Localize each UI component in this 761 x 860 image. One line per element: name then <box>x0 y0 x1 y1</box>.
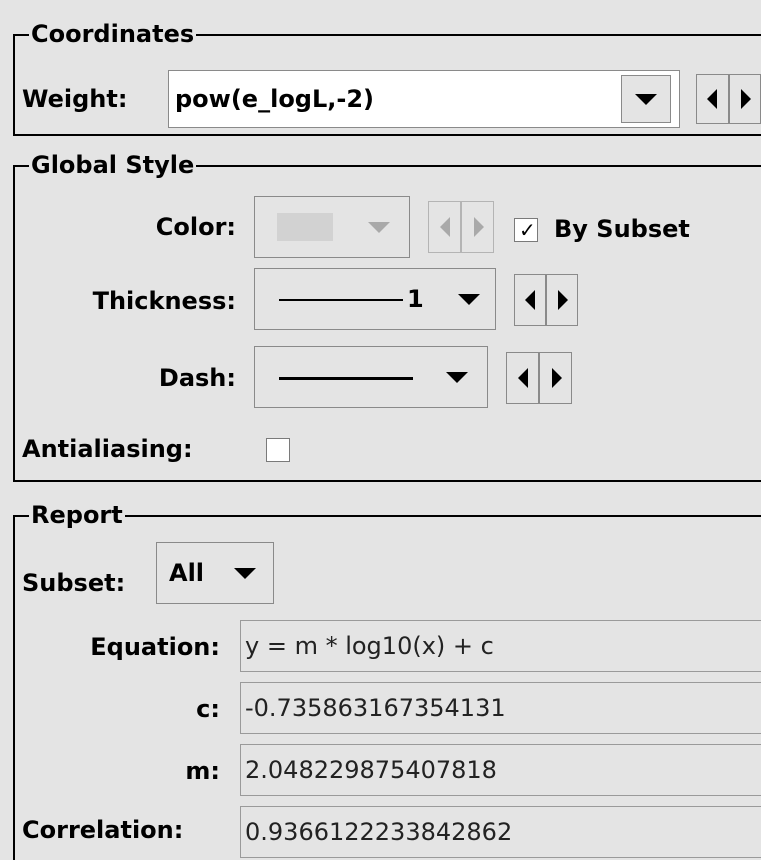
color-next-button <box>461 201 494 253</box>
arrow-right-icon <box>558 290 568 310</box>
line-thickness-sample <box>279 299 403 301</box>
antialiasing-label: Antialiasing: <box>22 434 193 464</box>
thickness-value: 1 <box>407 269 424 329</box>
antialiasing-checkbox[interactable] <box>266 438 290 462</box>
weight-dropdown-button[interactable] <box>621 75 671 123</box>
thickness-dropdown-button[interactable] <box>447 277 491 321</box>
weight-stepper[interactable] <box>696 74 761 124</box>
correlation-field[interactable]: 0.9366122233842862 <box>240 806 761 858</box>
equation-field[interactable]: y = m * log10(x) + c <box>240 620 761 672</box>
arrow-left-icon <box>707 89 717 109</box>
arrow-left-icon <box>440 217 450 237</box>
checkmark-icon: ✓ <box>519 219 536 241</box>
by-subset-checkbox[interactable]: ✓ <box>514 218 538 242</box>
chevron-down-icon <box>446 372 468 383</box>
chevron-down-icon <box>635 94 657 105</box>
color-dropdown-button <box>357 205 401 249</box>
subset-combo[interactable]: All <box>156 542 274 604</box>
arrow-right-icon <box>741 89 751 109</box>
thickness-label: Thickness: <box>20 286 236 316</box>
report-title: Report <box>29 501 125 529</box>
weight-label: Weight: <box>22 84 127 114</box>
thickness-next-button[interactable] <box>546 274 578 326</box>
by-subset-label: By Subset <box>554 214 690 244</box>
dash-dropdown-button[interactable] <box>435 355 479 399</box>
thickness-prev-button[interactable] <box>514 274 546 326</box>
chevron-down-icon <box>368 222 390 233</box>
arrow-right-icon <box>474 217 484 237</box>
dash-combo[interactable] <box>254 346 488 408</box>
color-stepper <box>428 201 494 253</box>
chevron-down-icon <box>458 294 480 305</box>
arrow-left-icon <box>518 368 528 388</box>
subset-value: All <box>169 543 204 603</box>
coordinates-title: Coordinates <box>29 20 196 48</box>
dash-prev-button[interactable] <box>506 352 539 404</box>
color-swatch <box>277 213 333 241</box>
weight-prev-button[interactable] <box>696 74 729 124</box>
arrow-left-icon <box>525 290 535 310</box>
correlation-label: Correlation: <box>22 815 183 845</box>
color-label: Color: <box>40 212 236 242</box>
weight-next-button[interactable] <box>729 74 761 124</box>
subset-dropdown-button[interactable] <box>225 551 265 595</box>
m-field[interactable]: 2.048229875407818 <box>240 744 761 796</box>
dash-label: Dash: <box>40 363 236 393</box>
thickness-stepper[interactable] <box>514 274 578 326</box>
color-prev-button <box>428 201 461 253</box>
m-label: m: <box>20 756 220 786</box>
color-combo <box>254 196 410 258</box>
dash-style-sample <box>279 377 413 380</box>
global-style-title: Global Style <box>29 151 196 179</box>
weight-combo[interactable]: pow(e_logL,-2) <box>168 70 680 128</box>
c-label: c: <box>20 694 220 724</box>
thickness-combo[interactable]: 1 <box>254 268 496 330</box>
c-field[interactable]: -0.735863167354131 <box>240 682 761 734</box>
chevron-down-icon <box>234 568 256 579</box>
weight-value: pow(e_logL,-2) <box>175 71 374 127</box>
dash-next-button[interactable] <box>539 352 572 404</box>
arrow-right-icon <box>552 368 562 388</box>
dash-stepper[interactable] <box>506 352 572 404</box>
subset-label: Subset: <box>22 568 125 598</box>
equation-label: Equation: <box>20 632 220 662</box>
